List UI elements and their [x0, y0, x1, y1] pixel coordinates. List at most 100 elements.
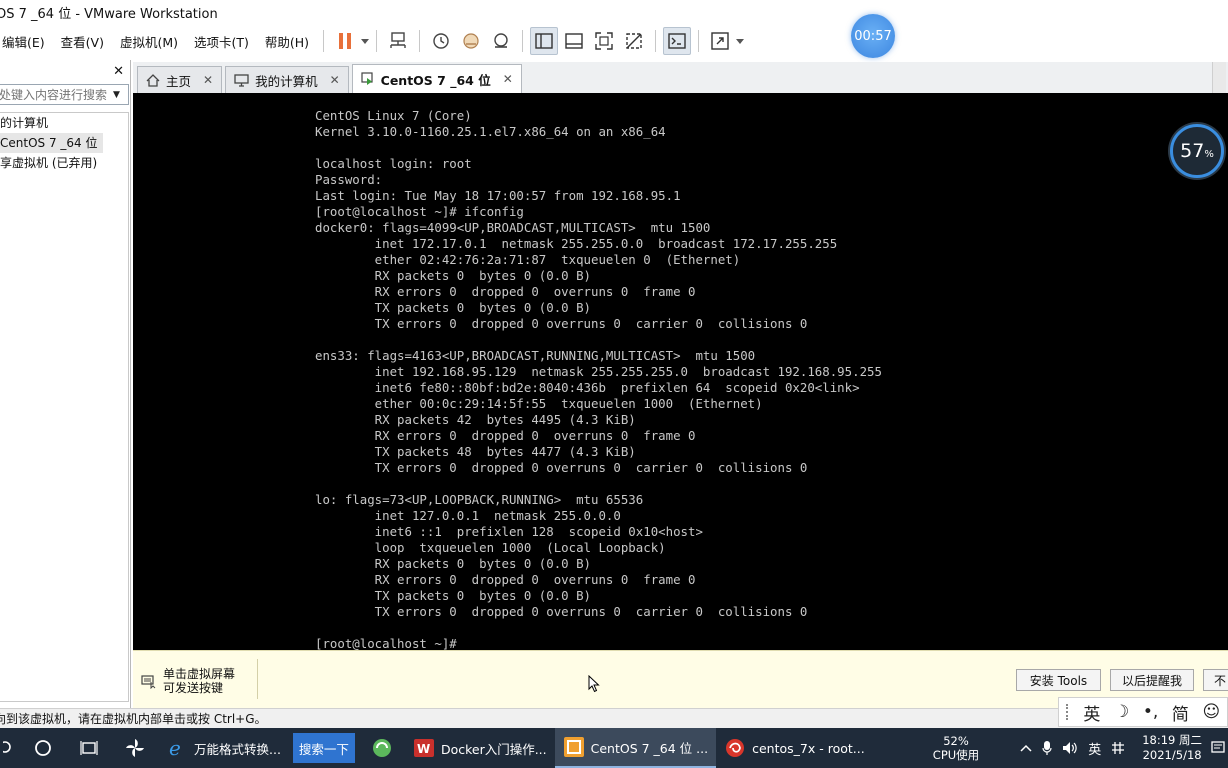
- pause-icon: [339, 33, 352, 49]
- system-tray: 52% CPU使用 英 18:19 周二 2021/5/18: [933, 728, 1228, 768]
- tab-centos[interactable]: CentOS 7 _64 位 ✕: [351, 64, 522, 93]
- sidebar-layout-icon: [535, 33, 553, 49]
- tray-date: 2021/5/18: [1142, 748, 1202, 762]
- task-view-icon[interactable]: [66, 728, 112, 768]
- close-icon[interactable]: ✕: [330, 73, 340, 87]
- menu-edit[interactable]: 编辑(E): [0, 32, 53, 51]
- tree-item-centos[interactable]: CentOS 7 _64 位: [0, 133, 104, 153]
- menu-help[interactable]: 帮助(H): [257, 32, 317, 51]
- vm-running-icon: [361, 72, 375, 86]
- chevron-up-icon[interactable]: [1020, 744, 1032, 752]
- taskbar-app-xshell-centos[interactable]: centos_7x - root...: [716, 728, 873, 768]
- green-app-icon[interactable]: [359, 728, 405, 768]
- vmware-window: OS 7 _64 位 - VMware Workstation 编辑(E) 查看…: [0, 0, 1228, 768]
- show-library-button[interactable]: [530, 27, 559, 55]
- xshell-icon: [724, 737, 746, 759]
- send-ctrl-alt-del-button[interactable]: [384, 27, 412, 55]
- tray-cpu-percent: 52%: [943, 734, 969, 748]
- toolbar-separator: [323, 30, 325, 52]
- library-search-input[interactable]: [0, 85, 111, 104]
- vmware-icon: [563, 736, 585, 758]
- thumbnail-bar-button[interactable]: [560, 27, 588, 55]
- install-tools-button[interactable]: 安装 Tools: [1016, 669, 1101, 691]
- ime-grid-icon[interactable]: [1111, 741, 1125, 755]
- taskbar-app-vmware-centos[interactable]: CentOS 7 _64 位 ...: [554, 728, 717, 768]
- cpu-usage-value: 57: [1180, 140, 1205, 162]
- vm-console-screen[interactable]: CentOS Linux 7 (Core) Kernel 3.10.0-1160…: [133, 93, 1228, 650]
- notification-icon[interactable]: [1210, 738, 1226, 758]
- taskbar-app-label: Docker入门操作...: [440, 741, 547, 757]
- tab-label: 我的计算机: [255, 73, 318, 89]
- ime-toolbar: 英 ☽ •, 简 ☺: [1058, 697, 1228, 727]
- window-title: OS 7 _64 位 - VMware Workstation: [0, 6, 218, 22]
- tab-home[interactable]: 主页 ✕: [137, 66, 223, 93]
- chevron-down-icon: [361, 38, 370, 44]
- tray-clock[interactable]: 18:19 周二 2021/5/18: [1142, 733, 1202, 763]
- snapshot-manager-button[interactable]: [487, 27, 515, 55]
- full-screen-button[interactable]: [590, 27, 618, 55]
- pause-dropdown[interactable]: [360, 27, 370, 55]
- taskbar-app-docker-doc[interactable]: W Docker入门操作...: [405, 728, 555, 768]
- speaker-icon[interactable]: [1062, 741, 1078, 755]
- pinwheel-app-icon[interactable]: [112, 728, 158, 768]
- search-icon[interactable]: [0, 728, 20, 768]
- ie-browser-icon: e: [166, 737, 188, 759]
- tray-cpu-label: CPU使用: [932, 748, 980, 762]
- revert-snapshot-icon: [463, 33, 479, 49]
- stretch-guest-button[interactable]: [706, 27, 734, 55]
- tree-item-shared-vms[interactable]: 享虚拟机 (已弃用): [0, 153, 128, 173]
- tab-label: 主页: [166, 73, 192, 89]
- taskbar-app-format-converter[interactable]: e 万能格式转换...: [158, 728, 289, 768]
- remind-later-button[interactable]: 以后提醒我: [1110, 669, 1194, 691]
- ime-language-toggle[interactable]: 英: [1083, 700, 1100, 725]
- pause-button[interactable]: [331, 27, 359, 55]
- ime-moon-icon[interactable]: ☽: [1114, 702, 1129, 722]
- close-icon[interactable]: ✕: [203, 73, 213, 87]
- ime-drag-handle[interactable]: [1065, 704, 1070, 720]
- cortana-icon[interactable]: [20, 728, 66, 768]
- cpu-usage-widget[interactable]: 57%: [1170, 124, 1224, 178]
- revert-snapshot-button[interactable]: [457, 27, 485, 55]
- cpu-usage-unit: %: [1204, 148, 1214, 160]
- status-text: 向到该虚拟机，请在虚拟机内部单击或按 Ctrl+G。: [0, 712, 267, 726]
- menu-vm[interactable]: 虚拟机(M): [112, 32, 186, 51]
- taskbar-app-label: 万能格式转换...: [194, 741, 281, 757]
- hint-line-2: 可发送按键: [163, 681, 224, 695]
- tray-ime-language[interactable]: 英: [1088, 739, 1101, 758]
- menu-toolbar: 编辑(E) 查看(V) 虚拟机(M) 选项卡(T) 帮助(H): [0, 24, 1228, 58]
- snapshot-button[interactable]: [427, 27, 455, 55]
- tray-time: 18:19 周二: [1142, 733, 1202, 747]
- windows-taskbar: e 万能格式转换... 搜索一下 W Docker入门操作... CentOS …: [0, 728, 1228, 768]
- ime-simplified-toggle[interactable]: 简: [1172, 700, 1189, 725]
- console-view-button[interactable]: [663, 27, 692, 55]
- ime-emoji-icon[interactable]: ☺: [1202, 702, 1220, 722]
- toolbar-separator: [655, 30, 657, 52]
- library-sidebar: ✕ ▼ 的计算机 CentOS 7 _64 位 享虚拟机 (已弃用): [0, 60, 131, 708]
- microphone-icon[interactable]: [1042, 740, 1052, 756]
- unity-off-icon: [626, 33, 642, 49]
- menu-tabs[interactable]: 选项卡(T): [186, 32, 257, 51]
- tab-my-computer[interactable]: 我的计算机 ✕: [225, 66, 349, 93]
- scrollbar[interactable]: [1212, 62, 1226, 93]
- hint-line-1: 单击虚拟屏幕: [163, 667, 236, 681]
- tab-label: CentOS 7 _64 位: [380, 72, 491, 88]
- ime-punctuation-toggle[interactable]: •,: [1143, 702, 1158, 722]
- tree-item-my-computer[interactable]: 的计算机: [0, 113, 128, 133]
- close-icon[interactable]: ✕: [503, 72, 513, 86]
- wps-doc-icon: W: [413, 737, 435, 759]
- recording-timer-badge[interactable]: 00:57: [851, 14, 895, 58]
- menu-view[interactable]: 查看(V): [53, 32, 112, 51]
- sidebar-close-icon[interactable]: ✕: [113, 64, 124, 79]
- unity-button[interactable]: [620, 27, 648, 55]
- svg-text:W: W: [417, 742, 430, 756]
- tray-cpu-usage[interactable]: 52% CPU使用: [933, 734, 979, 762]
- stretch-dropdown[interactable]: [735, 27, 745, 55]
- chevron-down-icon: [736, 38, 745, 44]
- never-remind-button[interactable]: 不: [1203, 669, 1228, 691]
- network-send-icon: [390, 32, 406, 48]
- chevron-down-icon[interactable]: ▼: [113, 90, 120, 100]
- thumbnail-layout-icon: [565, 33, 583, 49]
- taskbar-app-label: CentOS 7 _64 位 ...: [590, 740, 709, 756]
- monitor-icon: [234, 73, 249, 87]
- search-once-button[interactable]: 搜索一下: [292, 733, 355, 763]
